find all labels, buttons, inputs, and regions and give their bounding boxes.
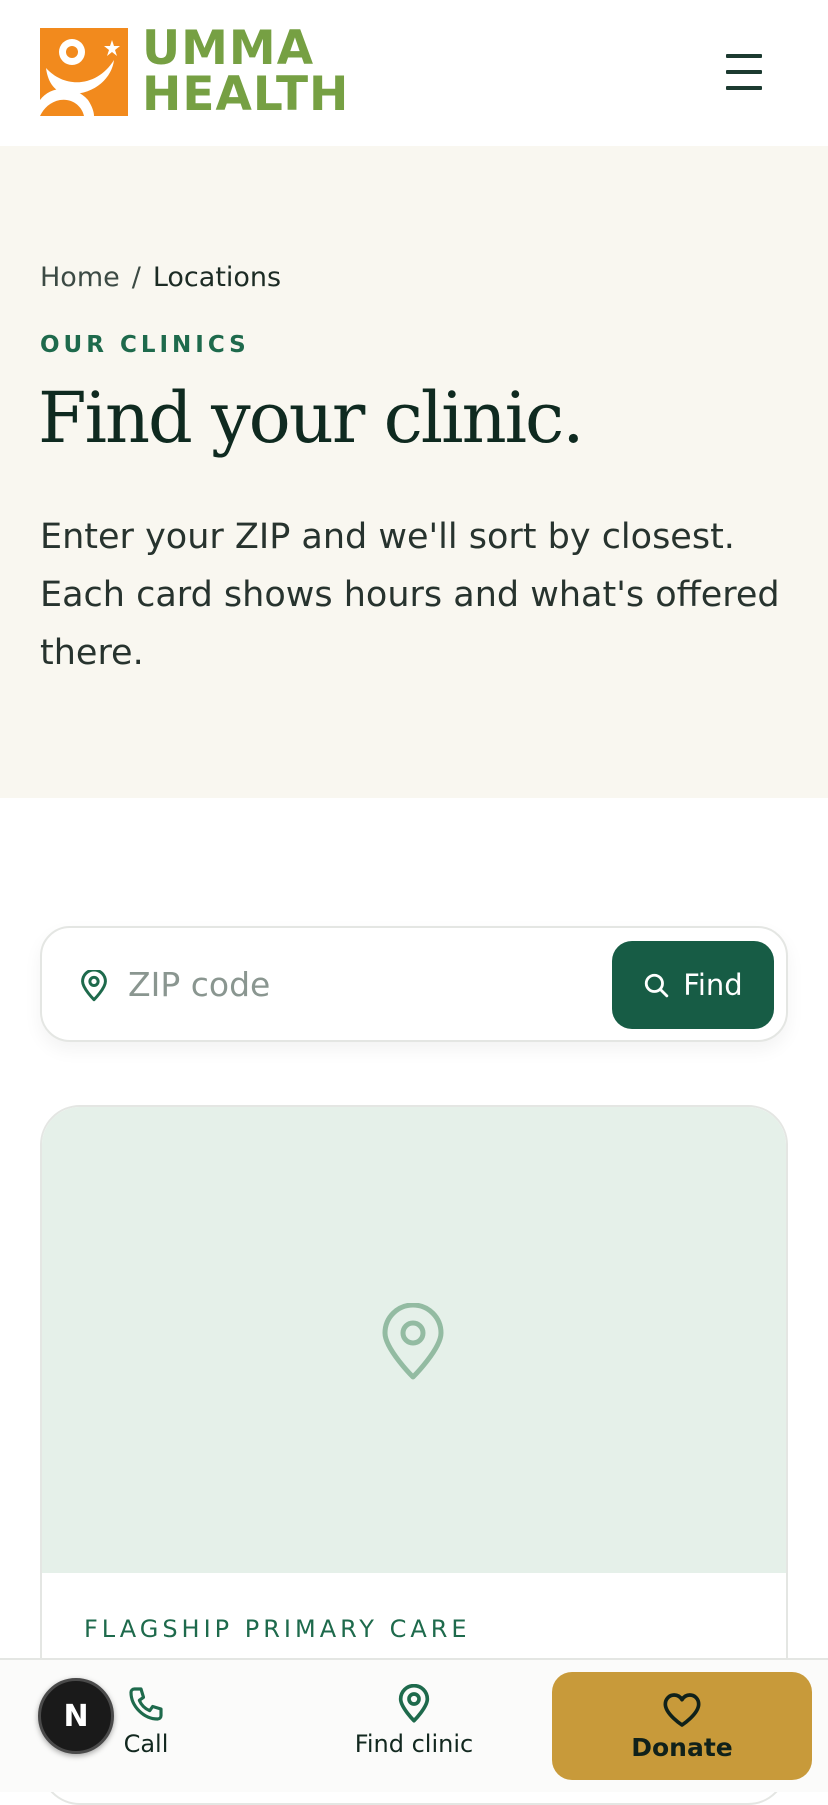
floating-n-badge[interactable]: N bbox=[38, 1678, 114, 1754]
hero-description: Enter your ZIP and we'll sort by closest… bbox=[40, 517, 780, 673]
bottom-action-bar: Call Find clinic Donate bbox=[0, 1658, 828, 1792]
hamburger-menu-icon[interactable] bbox=[720, 50, 768, 94]
find-clinic-label: Find clinic bbox=[354, 1730, 474, 1758]
heart-icon bbox=[663, 1692, 701, 1727]
map-pin-icon bbox=[398, 1684, 430, 1723]
phone-icon bbox=[129, 1687, 163, 1721]
breadcrumb-home-link[interactable]: Home bbox=[40, 262, 120, 293]
breadcrumb-separator: / bbox=[131, 262, 141, 293]
call-button[interactable]: Call bbox=[100, 1684, 192, 1772]
map-pin-icon bbox=[81, 970, 107, 1002]
zip-search-bar: Find bbox=[40, 926, 788, 1042]
page-title: Find your clinic. bbox=[38, 377, 584, 459]
clinic-type-label: FLAGSHIP PRIMARY CARE bbox=[84, 1615, 471, 1643]
clinic-map-placeholder bbox=[42, 1107, 786, 1573]
logo-wordmark: UMMA HEALTH bbox=[142, 21, 350, 122]
umma-health-logo[interactable]: UMMA HEALTH bbox=[40, 21, 350, 122]
hero-section: Home / Locations OUR CLINICS Find your c… bbox=[0, 146, 828, 798]
find-clinic-button[interactable]: Find clinic bbox=[340, 1684, 488, 1772]
breadcrumb-current: Locations bbox=[152, 262, 282, 293]
logo-line-1: UMMA bbox=[142, 21, 315, 76]
find-button[interactable]: Find bbox=[612, 941, 774, 1029]
find-button-label: Find bbox=[683, 968, 743, 1002]
breadcrumb: Home / Locations bbox=[40, 262, 281, 293]
donate-button[interactable]: Donate bbox=[552, 1672, 812, 1780]
logo-mark-icon bbox=[40, 28, 128, 116]
map-pin-icon bbox=[382, 1303, 444, 1380]
hero-eyebrow: OUR CLINICS bbox=[40, 332, 250, 358]
search-icon bbox=[645, 973, 669, 998]
logo-line-2: HEALTH bbox=[142, 67, 350, 122]
zip-code-input[interactable] bbox=[126, 952, 546, 1016]
donate-label: Donate bbox=[631, 1732, 733, 1762]
call-label: Call bbox=[123, 1730, 169, 1758]
site-header: UMMA HEALTH bbox=[0, 0, 828, 146]
